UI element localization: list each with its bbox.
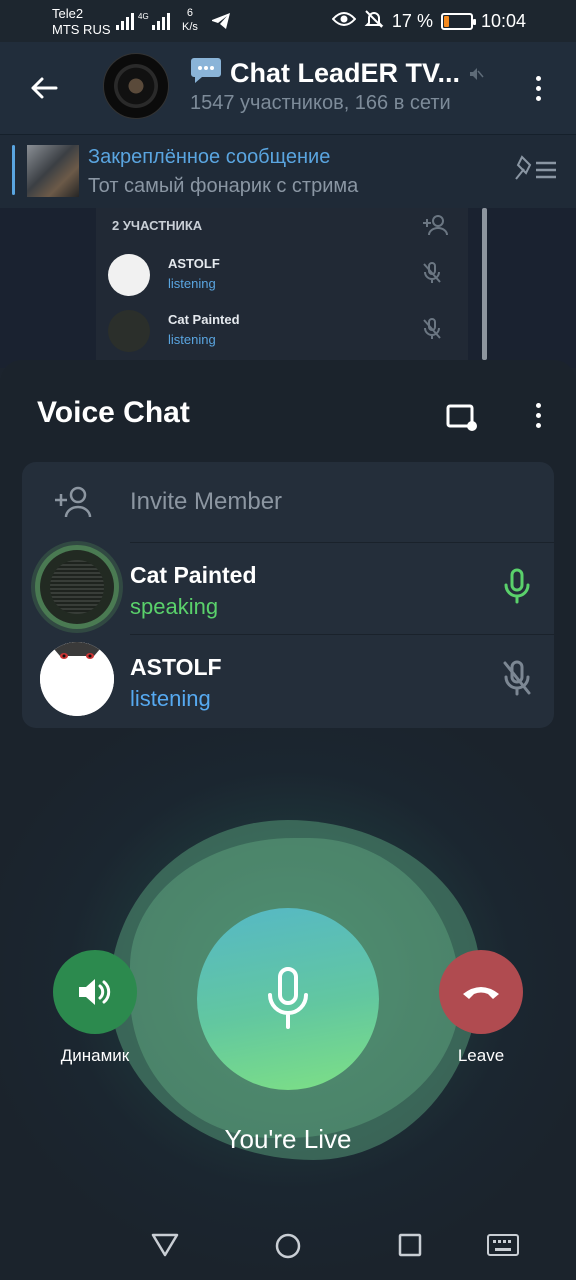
avatar: [40, 550, 114, 624]
nav-back-button[interactable]: [150, 1232, 180, 1263]
chat-title: Chat LeadER TV...: [230, 58, 461, 88]
preview-status: listening: [168, 276, 216, 291]
speaker-icon: [79, 979, 111, 1005]
participant-name: Cat Painted: [130, 562, 257, 588]
keyboard-icon: [487, 1234, 519, 1256]
participants-list: Invite Member Cat Painted speaking ASTOL…: [22, 462, 554, 728]
nav-recents-button[interactable]: [397, 1232, 423, 1263]
preview-add-user-icon: [422, 214, 448, 241]
chat-subtitle: 1547 участников, 166 в сети: [190, 92, 451, 114]
clock: 10:04: [480, 10, 526, 31]
muted-icon: [468, 58, 484, 89]
arrow-left-icon: [31, 77, 58, 99]
back-button[interactable]: [24, 68, 64, 108]
circle-home-icon: [275, 1233, 301, 1259]
pinned-title: Закреплённое сообщение: [88, 146, 331, 168]
leave-button[interactable]: [439, 950, 523, 1034]
preview-mic-off-icon: [422, 262, 442, 289]
chat-header: Chat LeadER TV... 1547 участников, 166 в…: [0, 42, 576, 134]
pinned-message-bar[interactable]: Закреплённое сообщение Тот самый фонарик…: [0, 134, 576, 208]
preview-avatar: [108, 310, 150, 352]
live-status-label: You're Live: [224, 1124, 352, 1154]
invite-member-row[interactable]: Invite Member: [22, 462, 554, 542]
pinned-list-icon[interactable]: [514, 155, 558, 190]
preview-status: listening: [168, 332, 216, 347]
speed-value: 6: [186, 7, 194, 19]
chat-title-row[interactable]: Chat LeadER TV...: [190, 56, 484, 91]
nav-home-button[interactable]: [274, 1232, 302, 1265]
screen-share-button[interactable]: [446, 404, 478, 437]
triangle-back-icon: [151, 1233, 179, 1257]
network-speed: 6 K/s: [182, 6, 198, 34]
preview-row: ASTOLF listening: [108, 252, 458, 302]
eye-icon: [331, 11, 357, 32]
preview-row: Cat Painted listening: [108, 308, 458, 358]
speaker-button[interactable]: [53, 950, 137, 1034]
participant-row[interactable]: Cat Painted speaking: [22, 542, 554, 634]
hang-up-icon: [463, 987, 499, 999]
mic-off-icon[interactable]: [502, 660, 532, 701]
screen-cast-icon: [446, 404, 477, 431]
battery-percent: 17 %: [391, 10, 433, 31]
speaker-label: Динамик: [60, 1046, 130, 1065]
pinned-thumbnail: [27, 145, 79, 197]
preview-name: Cat Painted: [168, 312, 240, 327]
invite-member-label: Invite Member: [130, 488, 283, 515]
nav-keyboard-button[interactable]: [486, 1232, 520, 1263]
leave-label: Leave: [457, 1046, 505, 1065]
voice-chat-title: Voice Chat: [37, 396, 190, 429]
preview-mic-off-icon: [422, 318, 442, 345]
avatar: [40, 642, 114, 716]
pin-indicator-line: [12, 145, 15, 195]
status-bar: Tele2 MTS RUS 4G 6 K/s 17 % 10:04: [0, 0, 576, 42]
participant-status: listening: [130, 686, 211, 711]
preview-participants-count: 2 УЧАСТНИКА: [112, 218, 203, 233]
carrier-2: MTS RUS: [52, 22, 111, 37]
bell-off-icon: [364, 9, 384, 34]
mic-active-icon[interactable]: [502, 568, 532, 609]
preview-scrollbar: [482, 208, 487, 360]
pinned-text: Тот самый фонарик с стрима: [88, 175, 359, 197]
signal-icon: 4G: [116, 11, 176, 36]
participant-status: speaking: [130, 594, 219, 619]
square-recents-icon: [398, 1233, 422, 1257]
participant-row[interactable]: ASTOLF listening: [22, 634, 554, 726]
more-menu-button[interactable]: [524, 68, 552, 108]
voice-chat-sheet: Voice Chat Invite Member Cat Painted spe…: [0, 360, 576, 1280]
speech-bubble-icon: [190, 56, 222, 91]
svg-text:4G: 4G: [138, 12, 149, 21]
add-user-icon: [54, 486, 94, 523]
battery-level: [443, 15, 449, 27]
microphone-icon: [268, 967, 308, 1029]
preview-name: ASTOLF: [168, 256, 220, 271]
shared-screen-preview: 2 УЧАСТНИКА ASTOLF listening Cat Painted…: [96, 208, 468, 360]
mute-toggle-button[interactable]: [197, 908, 379, 1090]
voice-chat-menu-button[interactable]: [530, 400, 546, 430]
participant-name: ASTOLF: [130, 654, 222, 680]
chat-background: 2 УЧАСТНИКА ASTOLF listening Cat Painted…: [0, 208, 576, 368]
carrier-1: Tele2: [52, 6, 84, 21]
carrier-info: Tele2 MTS RUS: [52, 6, 111, 38]
preview-avatar: [108, 254, 150, 296]
telegram-icon: [211, 12, 231, 35]
battery-icon: [440, 12, 476, 30]
speed-unit: K/s: [182, 21, 198, 33]
system-nav-bar: [0, 1212, 576, 1280]
chat-avatar[interactable]: [103, 53, 169, 119]
